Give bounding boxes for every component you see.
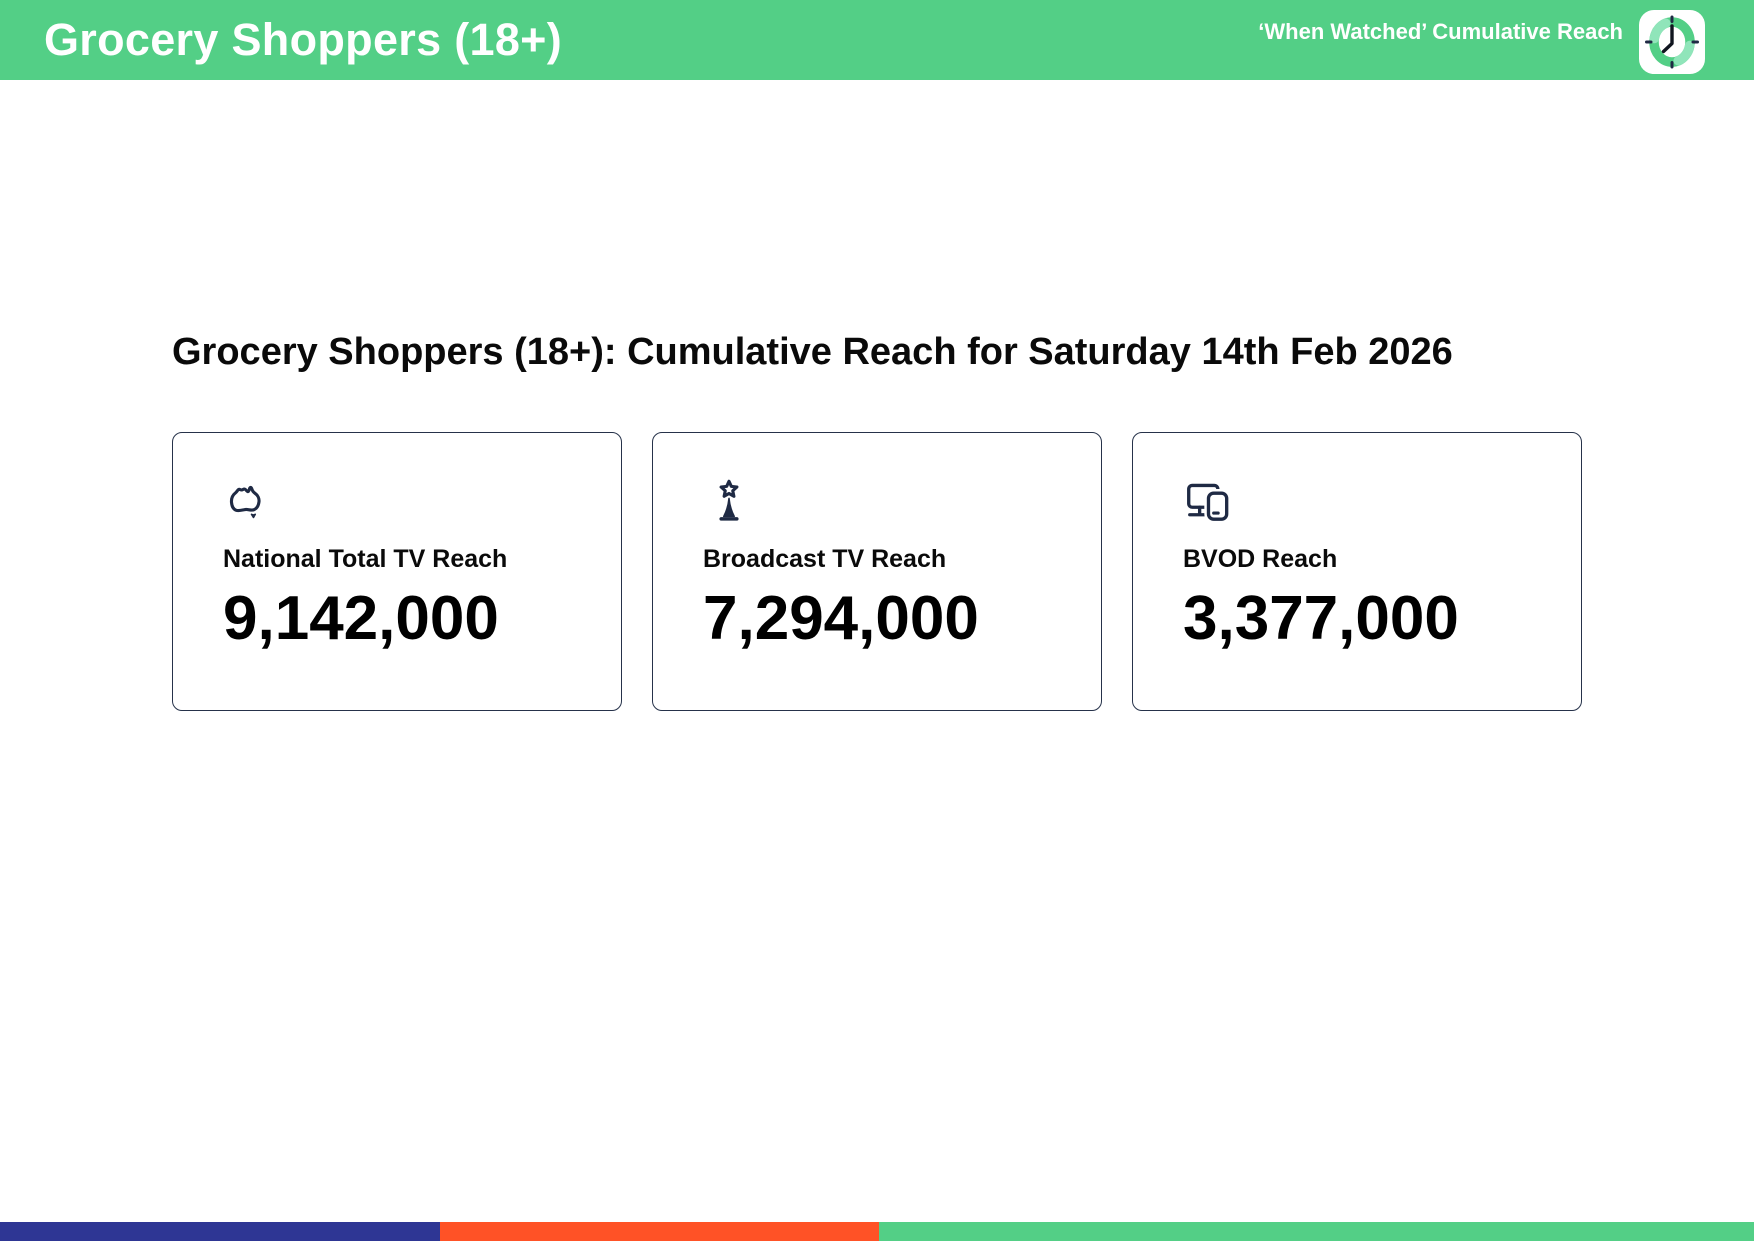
kpi-card-bvod: BVOD Reach 3,377,000 [1132, 432, 1582, 712]
kpi-label: Broadcast TV Reach [703, 545, 947, 574]
footer-orange-segment [440, 1222, 879, 1241]
header-subtitle: ‘When Watched’ Cumulative Reach [1258, 19, 1623, 44]
header-right-group: ‘When Watched’ Cumulative Reach [1258, 8, 1705, 74]
kpi-card-row: National Total TV Reach 9,142,000 Broadc… [172, 432, 1754, 712]
footer-color-bar [0, 1222, 1754, 1241]
kpi-label: BVOD Reach [1183, 545, 1338, 574]
kpi-value: 9,142,000 [223, 584, 499, 654]
kpi-card-national-total-tv: National Total TV Reach 9,142,000 [172, 432, 622, 712]
page-title: Grocery Shoppers (18+): Cumulative Reach… [172, 331, 1453, 373]
app-header: Grocery Shoppers (18+) ‘When Watched’ Cu… [0, 0, 1754, 80]
kpi-label: National Total TV Reach [223, 545, 508, 574]
kpi-card-broadcast-tv: Broadcast TV Reach 7,294,000 [652, 432, 1102, 712]
clock-icon [1639, 10, 1705, 74]
tv-and-phone-icon [1183, 478, 1235, 524]
footer-green-segment [878, 1222, 1754, 1241]
kpi-value: 3,377,000 [1183, 584, 1459, 654]
australia-map-icon [223, 478, 275, 524]
footer-blue-segment [0, 1222, 441, 1241]
broadcast-tower-icon [703, 478, 755, 524]
kpi-value: 7,294,000 [703, 584, 979, 654]
app-title: Grocery Shoppers (18+) [44, 14, 563, 65]
